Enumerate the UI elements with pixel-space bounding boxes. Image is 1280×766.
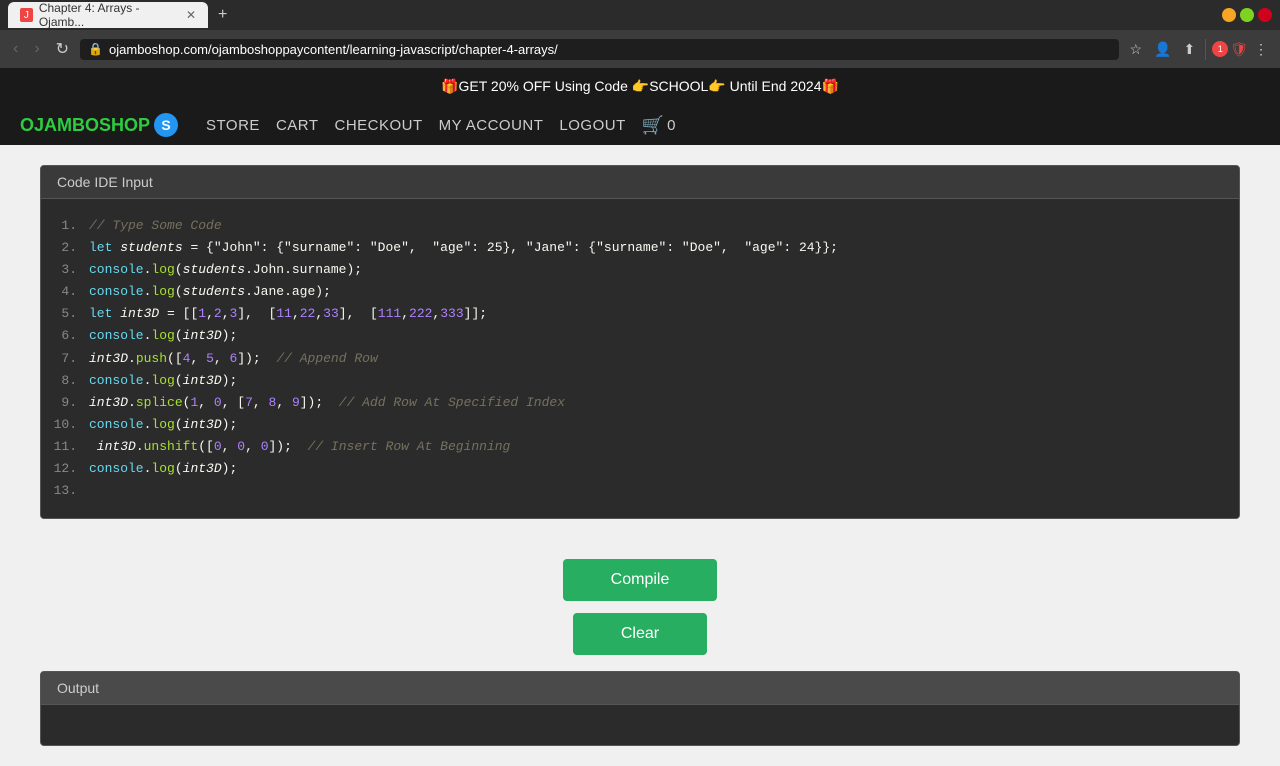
line-content-4: console.log(students.Jane.age);	[89, 281, 331, 303]
notification-badge: 1	[1212, 41, 1228, 57]
window-maximize-btn[interactable]	[1240, 8, 1254, 22]
line-num-3: 3.	[49, 259, 77, 281]
line-num-9: 9.	[49, 392, 77, 414]
share-button[interactable]: ⬆	[1179, 39, 1199, 60]
promo-text: 🎁GET 20% OFF Using Code 👉SCHOOL👉 Until E…	[441, 78, 839, 94]
clear-button[interactable]: Clear	[573, 613, 707, 655]
line-content-9: int3D.splice(1, 0, [7, 8, 9]); // Add Ro…	[89, 392, 565, 414]
window-controls	[1222, 8, 1272, 22]
code-line-13: 13.	[49, 480, 1223, 502]
code-line-1: 1. // Type Some Code	[49, 215, 1223, 237]
code-line-2: 2. let students = {"John": {"surname": "…	[49, 237, 1223, 259]
code-line-10: 10. console.log(int3D);	[49, 414, 1223, 436]
tab-favicon: J	[20, 8, 33, 22]
nav-cart-icon-link[interactable]: 🛒 0	[642, 115, 676, 136]
toolbar-icons: ☆ 👤 ⬆	[1125, 39, 1199, 60]
line-content-8: console.log(int3D);	[89, 370, 237, 392]
line-num-11: 11.	[49, 436, 77, 458]
new-tab-button[interactable]: +	[218, 6, 227, 24]
cart-icon: 🛒	[642, 115, 664, 136]
code-line-11: 11. int3D.unshift([0, 0, 0]); // Insert …	[49, 436, 1223, 458]
extensions-button[interactable]: ⋮	[1250, 39, 1272, 60]
back-button[interactable]: ‹	[8, 38, 23, 60]
line-num-13: 13.	[49, 480, 77, 502]
tab-close-btn[interactable]: ✕	[186, 8, 196, 22]
cart-count: 0	[667, 117, 675, 134]
line-content-2: let students = {"John": {"surname": "Doe…	[89, 237, 838, 259]
site-content: 🎁GET 20% OFF Using Code 👉SCHOOL👉 Until E…	[0, 68, 1280, 766]
bookmark-button[interactable]: ☆	[1125, 39, 1146, 60]
output-section: Output	[0, 671, 1280, 766]
nav-cart-link[interactable]: CART	[276, 117, 319, 134]
address-bar-input[interactable]	[109, 42, 1111, 57]
refresh-button[interactable]: ↻	[51, 37, 74, 61]
site-logo[interactable]: OJAMBOSHOP S	[20, 113, 178, 137]
promo-banner: 🎁GET 20% OFF Using Code 👉SCHOOL👉 Until E…	[0, 68, 1280, 105]
code-ide-header: Code IDE Input	[41, 166, 1239, 199]
browser-tab[interactable]: J Chapter 4: Arrays - Ojamb... ✕	[8, 2, 208, 28]
tab-title: Chapter 4: Arrays - Ojamb...	[39, 1, 176, 29]
code-ide: Code IDE Input 1. // Type Some Code 2. l…	[40, 165, 1240, 519]
secure-icon: 🔒	[88, 42, 103, 56]
code-line-5: 5. let int3D = [[1,2,3], [11,22,33], [11…	[49, 303, 1223, 325]
code-line-8: 8. console.log(int3D);	[49, 370, 1223, 392]
shield-icon: 🛡	[1230, 41, 1248, 58]
code-line-12: 12. console.log(int3D);	[49, 458, 1223, 480]
extensions-area: 1 🛡 ⋮	[1205, 39, 1272, 60]
line-num-1: 1.	[49, 215, 77, 237]
nav-my-account[interactable]: MY ACCOUNT	[439, 117, 544, 134]
output-box: Output	[40, 671, 1240, 746]
line-content-6: console.log(int3D);	[89, 325, 237, 347]
line-content-5: let int3D = [[1,2,3], [11,22,33], [111,2…	[89, 303, 487, 325]
line-num-7: 7.	[49, 348, 77, 370]
line-content-11: int3D.unshift([0, 0, 0]); // Insert Row …	[89, 436, 510, 458]
line-content-12: console.log(int3D);	[89, 458, 237, 480]
nav-store[interactable]: STORE	[206, 117, 260, 134]
address-bar-container: 🔒	[80, 39, 1119, 60]
browser-toolbar: ‹ › ↻ 🔒 ☆ 👤 ⬆ 1 🛡 ⋮	[0, 30, 1280, 68]
code-line-3: 3. console.log(students.John.surname);	[49, 259, 1223, 281]
action-buttons: Compile Clear	[0, 539, 1280, 671]
output-label: Output	[57, 680, 99, 696]
output-header: Output	[41, 672, 1239, 705]
nav-links: STORE CART CHECKOUT MY ACCOUNT LOGOUT 🛒 …	[206, 115, 675, 136]
compile-button[interactable]: Compile	[563, 559, 718, 601]
code-editor[interactable]: 1. // Type Some Code 2. let students = {…	[41, 199, 1239, 518]
forward-button[interactable]: ›	[29, 38, 44, 60]
code-line-6: 6. console.log(int3D);	[49, 325, 1223, 347]
code-line-7: 7. int3D.push([4, 5, 6]); // Append Row	[49, 348, 1223, 370]
line-num-8: 8.	[49, 370, 77, 392]
line-content-7: int3D.push([4, 5, 6]); // Append Row	[89, 348, 378, 370]
line-content-10: console.log(int3D);	[89, 414, 237, 436]
ide-container: Code IDE Input 1. // Type Some Code 2. l…	[0, 145, 1280, 539]
browser-titlebar: J Chapter 4: Arrays - Ojamb... ✕ +	[0, 0, 1280, 30]
logo-s-icon: S	[154, 113, 178, 137]
logo-text: OJAMBOSHOP	[20, 115, 150, 136]
line-num-4: 4.	[49, 281, 77, 303]
browser-chrome: J Chapter 4: Arrays - Ojamb... ✕ + ‹ › ↻…	[0, 0, 1280, 68]
line-content-3: console.log(students.John.surname);	[89, 259, 362, 281]
window-minimize-btn[interactable]	[1222, 8, 1236, 22]
line-num-5: 5.	[49, 303, 77, 325]
window-close-btn[interactable]	[1258, 8, 1272, 22]
line-content-1: // Type Some Code	[89, 215, 222, 237]
line-num-10: 10.	[49, 414, 77, 436]
output-body	[41, 705, 1239, 745]
nav-checkout[interactable]: CHECKOUT	[335, 117, 423, 134]
line-num-12: 12.	[49, 458, 77, 480]
ide-header-label: Code IDE Input	[57, 174, 153, 190]
profile-button[interactable]: 👤	[1150, 39, 1175, 60]
nav-logout[interactable]: LOGOUT	[559, 117, 625, 134]
site-nav: OJAMBOSHOP S STORE CART CHECKOUT MY ACCO…	[0, 105, 1280, 145]
code-line-9: 9. int3D.splice(1, 0, [7, 8, 9]); // Add…	[49, 392, 1223, 414]
line-num-6: 6.	[49, 325, 77, 347]
code-line-4: 4. console.log(students.Jane.age);	[49, 281, 1223, 303]
line-num-2: 2.	[49, 237, 77, 259]
